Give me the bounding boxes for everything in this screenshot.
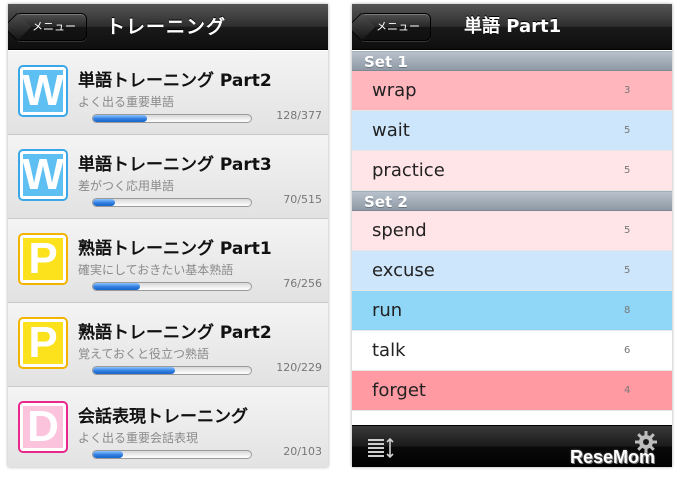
word-list: Set 1 wrap 3 wait 5 practice 5 Set 2 spend 5 excus… (352, 51, 672, 425)
page-title: 単語 Part1 (464, 16, 562, 37)
icon-letter: W (22, 66, 64, 115)
progress-count: 76/256 (283, 277, 322, 290)
progress-fill (93, 283, 141, 290)
training-category-icon: P (18, 233, 68, 285)
training-title: 熟語トレーニング Part2 (78, 323, 272, 343)
word-row[interactable]: excuse 5 (352, 251, 672, 291)
training-list-item[interactable]: W 単語トレーニング Part2 よく出る重要単語 128/377 (8, 51, 328, 135)
training-screen: メニュー トレーニング W 単語トレーニング Part2 よく出る重要単語 128/3… (8, 4, 328, 467)
word-text: wrap (372, 80, 417, 101)
word-count: 5 (624, 125, 631, 136)
progress-bar (92, 114, 252, 123)
word-row[interactable]: wait 5 (352, 111, 672, 151)
icon-letter: D (23, 405, 63, 449)
word-row[interactable]: talk 6 (352, 331, 672, 371)
training-category-icon: W (18, 149, 68, 201)
menu-back-button[interactable]: メニュー (359, 13, 431, 41)
word-row[interactable]: wrap 3 (352, 71, 672, 111)
training-list-item[interactable]: D 会話表現トレーニングよく出る重要会話表現 20/103 (8, 387, 328, 467)
menu-back-button[interactable]: メニュー (15, 13, 87, 41)
progress-fill (93, 199, 116, 206)
word-count: 4 (624, 385, 631, 396)
icon-letter: P (23, 321, 63, 365)
progress-fill (93, 451, 124, 458)
training-list: W 単語トレーニング Part2 よく出る重要単語 128/377 W 単語トレーニング … (8, 51, 328, 467)
word-count: 6 (624, 345, 631, 356)
word-count: 5 (624, 225, 631, 236)
training-title: 熟語トレーニング Part1 (78, 239, 272, 259)
progress-bar (92, 282, 252, 291)
progress-count: 70/515 (283, 193, 322, 206)
navigation-bar: メニュー トレーニング (8, 4, 328, 50)
progress-count: 128/377 (276, 109, 322, 122)
word-text: talk (372, 340, 406, 361)
word-row[interactable]: practice 5 (352, 151, 672, 191)
word-text: excuse (372, 260, 435, 281)
word-count: 3 (624, 85, 631, 96)
progress-bar (92, 366, 252, 375)
progress-fill (93, 115, 147, 122)
back-button-label: メニュー (32, 20, 76, 33)
navigation-bar: メニュー 単語 Part1 (352, 4, 672, 50)
icon-letter: P (23, 237, 63, 281)
training-subtitle: 確実にしておきたい基本熟語 (78, 263, 234, 277)
word-row[interactable]: run 8 (352, 291, 672, 331)
training-list-item[interactable]: P 熟語トレーニング Part1 確実にしておきたい基本熟語 76/256 (8, 219, 328, 303)
icon-letter: W (22, 150, 64, 199)
word-count: 5 (624, 265, 631, 276)
set-header: Set 2 (352, 191, 672, 211)
word-text: run (372, 300, 403, 321)
word-text: forget (372, 380, 426, 401)
word-text: practice (372, 160, 445, 181)
page-title: トレーニング (106, 16, 227, 38)
word-count: 8 (624, 305, 631, 316)
word-count: 5 (624, 165, 631, 176)
progress-count: 120/229 (276, 361, 322, 374)
word-list-screen: メニュー 単語 Part1 Set 1 wrap 3 wait 5 practice 5 Se… (352, 4, 672, 467)
training-title: 単語トレーニング Part3 (78, 155, 272, 175)
training-title: 単語トレーニング Part2 (78, 71, 272, 91)
back-button-label: メニュー (376, 20, 420, 33)
progress-fill (93, 367, 176, 374)
word-text: wait (372, 120, 410, 141)
training-category-icon: D (18, 401, 68, 453)
progress-bar (92, 450, 252, 459)
set-header: Set 1 (352, 51, 672, 71)
progress-count: 20/103 (283, 445, 322, 458)
training-subtitle: よく出る重要会話表現 (78, 431, 199, 445)
training-title: 会話表現トレーニング (78, 407, 248, 427)
training-subtitle: 覚えておくと役立つ熟語 (78, 347, 210, 361)
training-subtitle: よく出る重要単語 (78, 95, 175, 109)
progress-bar (92, 198, 252, 207)
sort-list-icon[interactable] (368, 438, 398, 458)
training-category-icon: W (18, 65, 68, 117)
watermark-logo: ReseMom (570, 447, 656, 467)
training-subtitle: 差がつく応用単語 (78, 179, 175, 193)
word-row[interactable]: forget 4 (352, 371, 672, 411)
training-list-item[interactable]: W 単語トレーニング Part3 差がつく応用単語 70/515 (8, 135, 328, 219)
word-text: spend (372, 220, 427, 241)
word-row[interactable]: spend 5 (352, 211, 672, 251)
training-category-icon: P (18, 317, 68, 369)
training-list-item[interactable]: P 熟語トレーニング Part2 覚えておくと役立つ熟語 120/229 (8, 303, 328, 387)
